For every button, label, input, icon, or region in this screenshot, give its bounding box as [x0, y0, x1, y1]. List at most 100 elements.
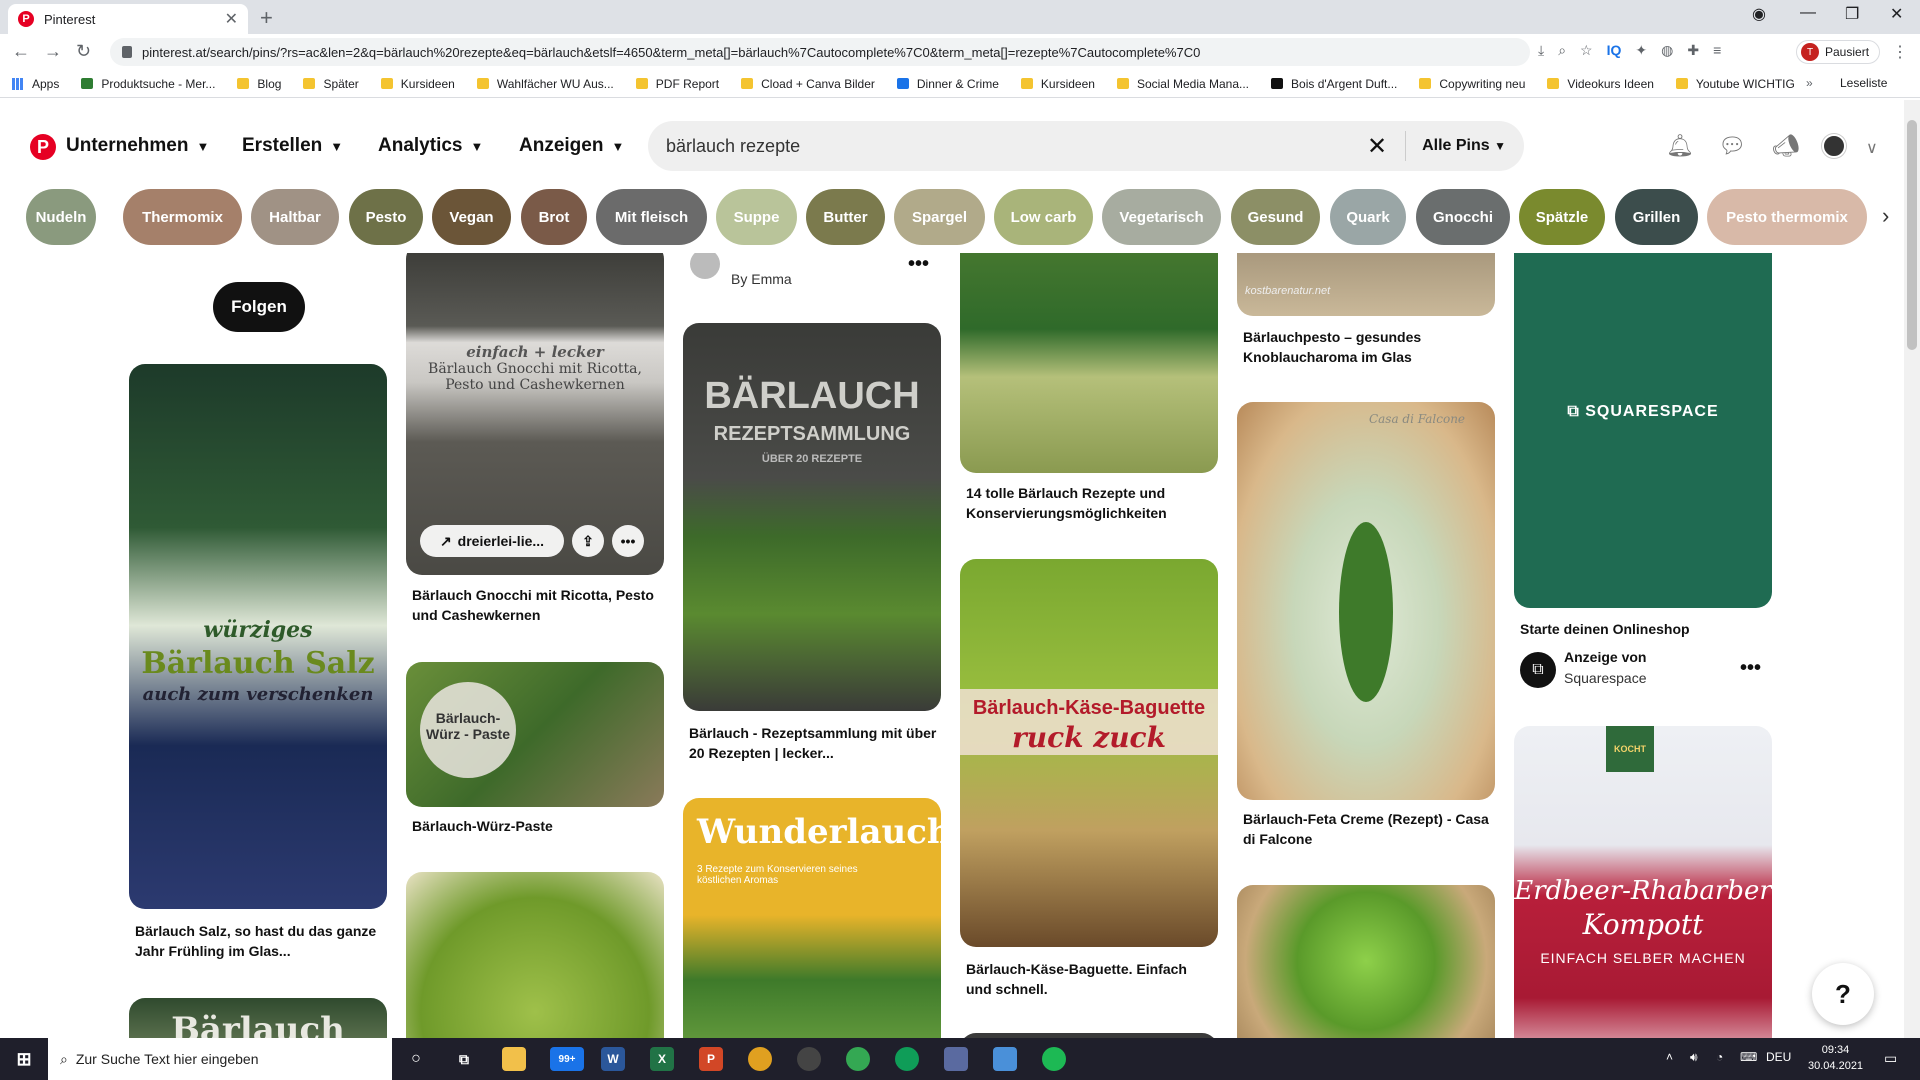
account-chevron-icon[interactable]: ∨	[1866, 138, 1878, 158]
zoom-icon[interactable]: ⌕	[1558, 42, 1566, 59]
pin-title[interactable]: Bärlauch-Feta Creme (Rezept) - Casa di F…	[1243, 809, 1493, 849]
share-icon[interactable]: ⇪	[572, 525, 604, 557]
pin-image-rezeptsammlung[interactable]: BÄRLAUCH REZEPTSAMMLUNG ÜBER 20 REZEPTE	[683, 323, 941, 711]
mail-icon[interactable]: 99+	[550, 1047, 584, 1071]
pin-image[interactable]: Bärlauch	[129, 998, 387, 1038]
tab-search-icon[interactable]: ◉	[1752, 4, 1766, 24]
chip[interactable]: Grillen	[1615, 189, 1698, 245]
app-icon[interactable]	[748, 1047, 772, 1071]
search-input[interactable]: bärlauch rezepte	[666, 136, 1367, 157]
chip[interactable]: Quark	[1330, 189, 1406, 245]
restore-button[interactable]: ❐	[1845, 4, 1859, 24]
minimize-button[interactable]: —	[1800, 4, 1816, 22]
pinterest-logo-icon[interactable]: P	[30, 134, 56, 160]
avatar[interactable]	[690, 253, 720, 279]
keyboard-icon[interactable]: ⌨	[1740, 1050, 1757, 1064]
chip[interactable]: Spätzle	[1519, 189, 1605, 245]
pin-title[interactable]: Starte deinen Onlineshop	[1520, 619, 1770, 639]
app-icon[interactable]	[944, 1047, 968, 1071]
word-icon[interactable]: W	[601, 1047, 625, 1071]
pin-image-konservierung[interactable]	[960, 253, 1218, 473]
extension-icon-2[interactable]: ◍	[1661, 42, 1673, 59]
avatar[interactable]	[1822, 134, 1846, 158]
chrome-icon[interactable]	[846, 1047, 870, 1071]
pin-image-wunderlauch[interactable]: Wunderlauch 3 Rezepte zum Konservieren s…	[683, 798, 941, 1038]
extension-icon[interactable]: ✦	[1635, 42, 1647, 59]
install-icon[interactable]: ⤓	[1538, 42, 1544, 59]
megaphone-icon[interactable]: 📣︎	[1772, 133, 1800, 159]
squarespace-avatar-icon[interactable]: ⧉	[1520, 652, 1556, 688]
messages-icon[interactable]: 💬︎	[1718, 133, 1746, 159]
media-icon[interactable]: ≡	[1713, 42, 1721, 59]
chip[interactable]: Butter	[806, 189, 885, 245]
chip[interactable]: Haltbar	[251, 189, 339, 245]
clock[interactable]: 09:34 30.04.2021	[1808, 1042, 1863, 1074]
pin-author[interactable]: By Emma	[731, 271, 792, 287]
bookmark-folder[interactable]: Cload + Canva Bilder	[741, 77, 875, 91]
bookmark-folder[interactable]: Kursideen	[1020, 77, 1095, 91]
puzzle-icon[interactable]: ✚	[1687, 42, 1699, 59]
pin-title[interactable]: Bärlauch - Rezeptsammlung mit über 20 Re…	[689, 723, 939, 763]
powerpoint-icon[interactable]: P	[699, 1047, 723, 1071]
address-bar[interactable]: pinterest.at/search/pins/?rs=ac&len=2&q=…	[110, 38, 1530, 66]
bookmark-folder[interactable]: PDF Report	[635, 77, 719, 91]
network-icon[interactable]: ◔	[1716, 1050, 1723, 1064]
close-tab-icon[interactable]: ✕	[225, 9, 238, 29]
bookmark-item[interactable]: Bois d'Argent Duft...	[1271, 77, 1397, 91]
pin-title[interactable]: 14 tolle Bärlauch Rezepte und Konservier…	[966, 483, 1216, 523]
reading-list-button[interactable]: Leseliste	[1840, 76, 1887, 90]
more-options-icon[interactable]: •••	[612, 525, 644, 557]
chip[interactable]: Spargel	[894, 189, 985, 245]
pin-title[interactable]: Bärlauch-Würz-Paste	[412, 816, 662, 836]
pin-image-baerlauch-gnocchi[interactable]: einfach + lecker Bärlauch Gnocchi mit Ri…	[406, 253, 664, 575]
chip[interactable]: Nudeln	[26, 189, 96, 245]
bookmark-folder[interactable]: Social Media Mana...	[1116, 77, 1249, 91]
pin-image[interactable]	[1237, 885, 1495, 1038]
pin-image[interactable]	[406, 872, 664, 1038]
bookmark-item[interactable]: Produktsuche - Mer...	[81, 77, 215, 91]
pin-image-squarespace-ad[interactable]: ⧉ SQUARESPACE	[1514, 253, 1772, 608]
file-explorer-icon[interactable]	[502, 1047, 526, 1071]
app-icon[interactable]	[993, 1047, 1017, 1071]
windows-start-icon[interactable]: ⊞	[12, 1047, 36, 1071]
bookmark-folder[interactable]: Kursideen	[380, 77, 455, 91]
pin-title[interactable]: Bärlauchpesto – gesundes Knoblaucharoma …	[1243, 327, 1493, 367]
bookmark-item[interactable]: Dinner & Crime	[896, 77, 999, 91]
back-button[interactable]: ←	[12, 41, 30, 62]
pin-image-baerlauch-salz[interactable]: würziges Bärlauch Salz auch zum verschen…	[129, 364, 387, 909]
bell-icon[interactable]: 🔔︎	[1666, 133, 1694, 159]
reload-button[interactable]: ↻	[76, 41, 91, 62]
obs-icon[interactable]	[797, 1047, 821, 1071]
chevron-right-icon[interactable]: ›	[1882, 203, 1889, 229]
scrollbar-thumb[interactable]	[1907, 120, 1917, 350]
forward-button[interactable]: →	[44, 41, 62, 62]
cortana-icon[interactable]: ○	[404, 1047, 428, 1071]
chip[interactable]: Vegetarisch	[1102, 189, 1221, 245]
close-window-button[interactable]: ✕	[1890, 4, 1903, 24]
tray-chevron-icon[interactable]: ˄	[1666, 1050, 1673, 1064]
taskbar-search[interactable]: ⌕ Zur Suche Text hier eingeben	[48, 1038, 392, 1080]
bookmarks-overflow-button[interactable]: »	[1806, 76, 1813, 90]
bookmark-folder[interactable]: Blog	[237, 77, 281, 91]
chip[interactable]: Low carb	[994, 189, 1093, 245]
chip[interactable]: Vegan	[432, 189, 511, 245]
clear-search-icon[interactable]: ✕	[1367, 132, 1387, 161]
help-button[interactable]: ?	[1812, 963, 1874, 1025]
advertiser-name[interactable]: Squarespace	[1564, 670, 1647, 686]
pin-title[interactable]: Bärlauch-Käse-Baguette. Einfach und schn…	[966, 959, 1216, 999]
chip[interactable]: Thermomix	[123, 189, 242, 245]
chip[interactable]: Brot	[521, 189, 587, 245]
pin-image-baguette[interactable]: Bärlauch-Käse-Baguette ruck zuck	[960, 559, 1218, 947]
pin-title[interactable]: Bärlauch Gnocchi mit Ricotta, Pesto und …	[412, 585, 662, 625]
chip[interactable]: Pesto thermomix	[1707, 189, 1867, 245]
language-indicator[interactable]: DEU	[1766, 1050, 1791, 1064]
browser-tab-pinterest[interactable]: P Pinterest ✕	[8, 4, 248, 34]
nav-erstellen[interactable]: Erstellen ▼	[242, 135, 343, 157]
bookmark-folder[interactable]: Später	[303, 77, 359, 91]
bookmark-folder[interactable]: Copywriting neu	[1419, 77, 1525, 91]
pin-image-kompott[interactable]: KOCHT Erdbeer-Rhabarber Kompott EINFACH …	[1514, 726, 1772, 1038]
more-options-icon[interactable]: •••	[908, 253, 929, 276]
chip[interactable]: Pesto	[349, 189, 423, 245]
pin-link-button[interactable]: ↗ dreierlei-lie...	[420, 525, 564, 557]
bookmark-folder[interactable]: Wahlfächer WU Aus...	[476, 77, 614, 91]
